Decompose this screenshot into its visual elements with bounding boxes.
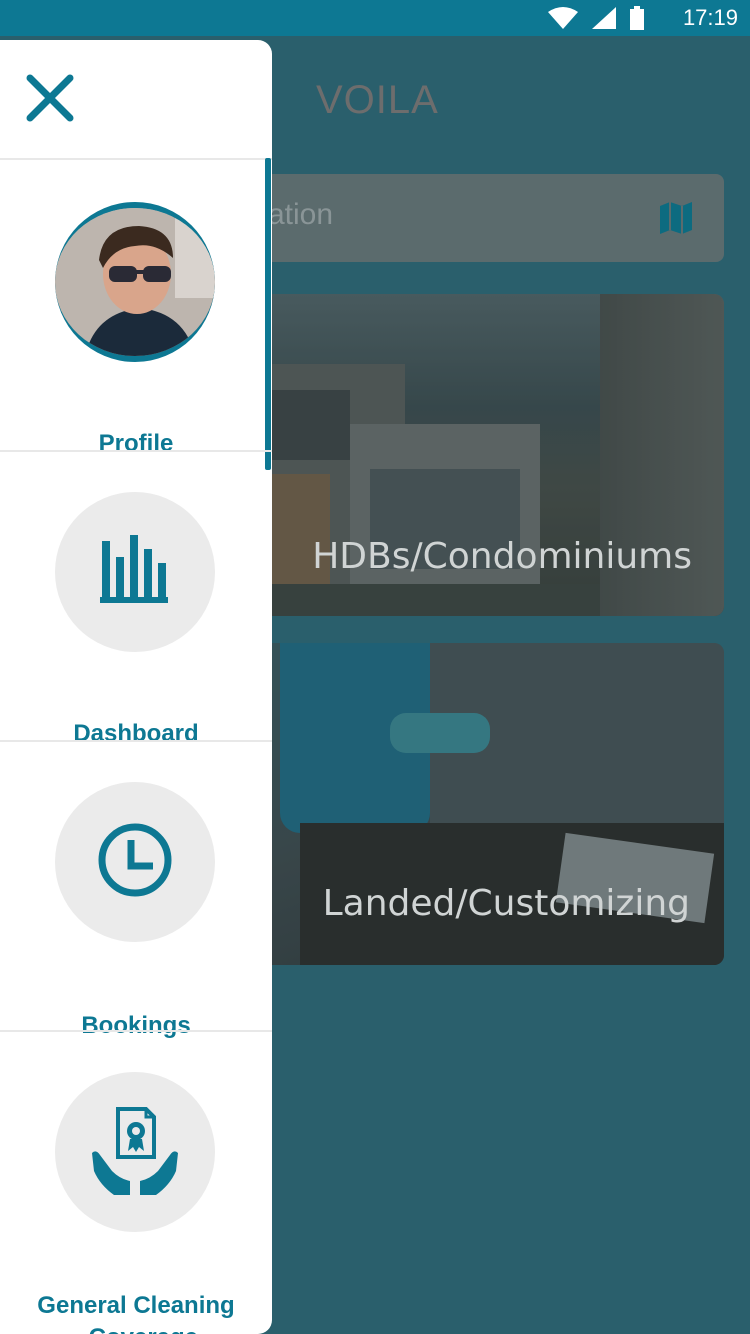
bookings-icon-circle [55,782,215,942]
signal-icon [592,7,616,34]
clock-icon [95,820,175,905]
status-icons [548,6,644,35]
app-title: VOILA [316,78,439,122]
certificate-hands-icon [90,1105,180,1200]
search-placeholder: ation [268,198,334,231]
location-search-bar[interactable]: ation [200,174,724,262]
wifi-icon [548,7,578,34]
card-label-landed: Landed/Customizing [322,883,690,924]
coverage-icon-circle [55,1072,215,1232]
menu-item-profile[interactable]: Profile [0,160,272,457]
category-card-landed[interactable]: Landed/Customizing [200,643,724,965]
navigation-drawer: Profile Dashboard Bookings General Clean… [0,40,272,1334]
menu-item-general-cleaning-coverage[interactable]: General Cleaning - Coverage [0,1032,272,1334]
menu-label-general-cleaning: General Cleaning [37,1292,235,1319]
close-icon[interactable] [22,70,78,126]
dashboard-icon-circle [55,492,215,652]
menu-item-bookings[interactable]: Bookings [0,742,272,1039]
battery-icon [630,6,644,35]
map-icon[interactable] [658,200,694,241]
menu-item-dashboard[interactable]: Dashboard [0,452,272,747]
status-time: 17:19 [682,5,738,30]
bar-chart-icon [100,534,170,610]
menu-label-coverage: - Coverage [0,1322,272,1334]
status-bar: 17:19 [0,0,750,36]
category-card-hdb[interactable]: HDBs/Condominiums [200,294,724,616]
card-label-hdb: HDBs/Condominiums [312,536,692,577]
avatar [55,202,215,362]
